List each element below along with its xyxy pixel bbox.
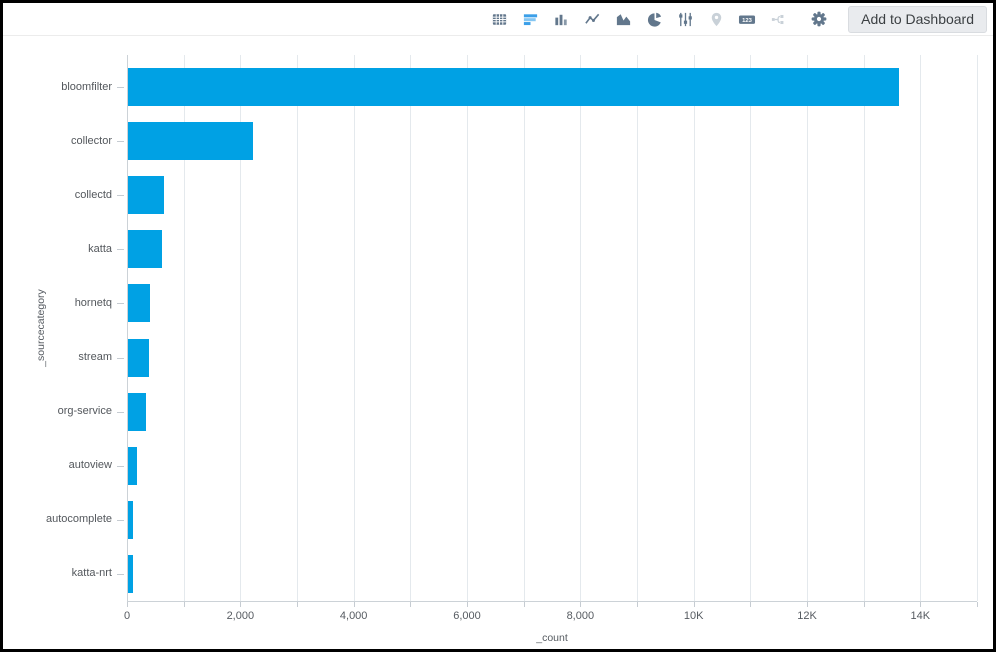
bar[interactable] <box>128 555 133 593</box>
y-axis-tick <box>117 303 124 304</box>
gridline <box>750 55 751 601</box>
pie-chart-icon[interactable] <box>645 10 663 28</box>
y-category-label: bloomfilter <box>3 81 112 94</box>
y-category-label: autoview <box>3 459 112 472</box>
y-axis-tick <box>117 141 124 142</box>
table-icon[interactable] <box>490 10 508 28</box>
x-axis-tick <box>524 602 525 607</box>
y-category-label: hornetq <box>3 297 112 310</box>
sliders-icon[interactable] <box>676 10 694 28</box>
add-to-dashboard-button[interactable]: Add to Dashboard <box>848 6 987 33</box>
gridline <box>580 55 581 601</box>
bar[interactable] <box>128 176 164 214</box>
y-category-label: katta-nrt <box>3 567 112 580</box>
gridline <box>920 55 921 601</box>
y-axis-tick <box>117 412 124 413</box>
y-axis-tick <box>117 520 124 521</box>
line-chart-icon[interactable] <box>583 10 601 28</box>
map-pin-icon[interactable] <box>707 10 725 28</box>
bar-horizontal-icon[interactable] <box>521 10 539 28</box>
area-chart-icon[interactable] <box>614 10 632 28</box>
x-tick-label: 6,000 <box>453 610 481 622</box>
x-tick-label: 4,000 <box>340 610 368 622</box>
numeric-badge-text: 123 <box>742 17 753 23</box>
x-axis-tick <box>580 602 581 607</box>
x-tick-label: 8,000 <box>567 610 595 622</box>
x-tick-label: 10K <box>684 610 704 622</box>
x-tick-label: 2,000 <box>227 610 255 622</box>
bar[interactable] <box>128 501 133 539</box>
app-window: 123 <box>0 0 996 652</box>
gridline <box>637 55 638 601</box>
y-axis-tick <box>117 249 124 250</box>
y-category-label: stream <box>3 351 112 364</box>
gridline <box>807 55 808 601</box>
x-tick-label: 0 <box>124 610 130 622</box>
x-axis-tick <box>807 602 808 607</box>
x-axis-tick <box>637 602 638 607</box>
x-axis-tick <box>750 602 751 607</box>
bar[interactable] <box>128 339 149 377</box>
y-category-label: collectd <box>3 189 112 202</box>
y-category-label: collector <box>3 135 112 148</box>
x-axis-tick <box>864 602 865 607</box>
gridline <box>297 55 298 601</box>
x-axis-title: _count <box>536 632 568 644</box>
bar[interactable] <box>128 284 150 322</box>
chart-canvas: _count _sourcecategory 02,0004,0006,0008… <box>3 36 993 649</box>
bar[interactable] <box>128 230 162 268</box>
bar[interactable] <box>128 122 253 160</box>
numeric-123-icon[interactable]: 123 <box>738 10 756 28</box>
x-axis-tick <box>354 602 355 607</box>
gridline <box>864 55 865 601</box>
gridline <box>524 55 525 601</box>
y-axis-tick <box>117 466 124 467</box>
gridline <box>467 55 468 601</box>
bar-column-icon[interactable] <box>552 10 570 28</box>
x-axis-tick <box>240 602 241 607</box>
y-category-label: autocomplete <box>3 513 112 526</box>
flow-nodes-icon[interactable] <box>769 10 787 28</box>
y-axis-tick <box>117 574 124 575</box>
y-axis-tick <box>117 358 124 359</box>
x-axis-tick <box>467 602 468 607</box>
gridline <box>354 55 355 601</box>
x-tick-label: 12K <box>797 610 817 622</box>
y-axis-tick <box>117 87 124 88</box>
x-axis-tick <box>184 602 185 607</box>
x-axis-tick <box>410 602 411 607</box>
bar[interactable] <box>128 447 137 485</box>
gridline <box>410 55 411 601</box>
bar[interactable] <box>128 68 899 106</box>
gridline <box>977 55 978 601</box>
settings-gear-icon[interactable] <box>810 10 828 28</box>
x-axis-line <box>127 601 977 602</box>
gridline <box>694 55 695 601</box>
x-tick-label: 14K <box>911 610 931 622</box>
bar[interactable] <box>128 393 146 431</box>
x-axis-tick <box>694 602 695 607</box>
x-axis-tick <box>127 602 128 607</box>
chart-toolbar: 123 <box>3 3 993 36</box>
y-category-label: katta <box>3 243 112 256</box>
x-axis-tick <box>920 602 921 607</box>
y-category-label: org-service <box>3 405 112 418</box>
x-axis-tick <box>297 602 298 607</box>
x-axis-tick <box>977 602 978 607</box>
y-axis-tick <box>117 195 124 196</box>
